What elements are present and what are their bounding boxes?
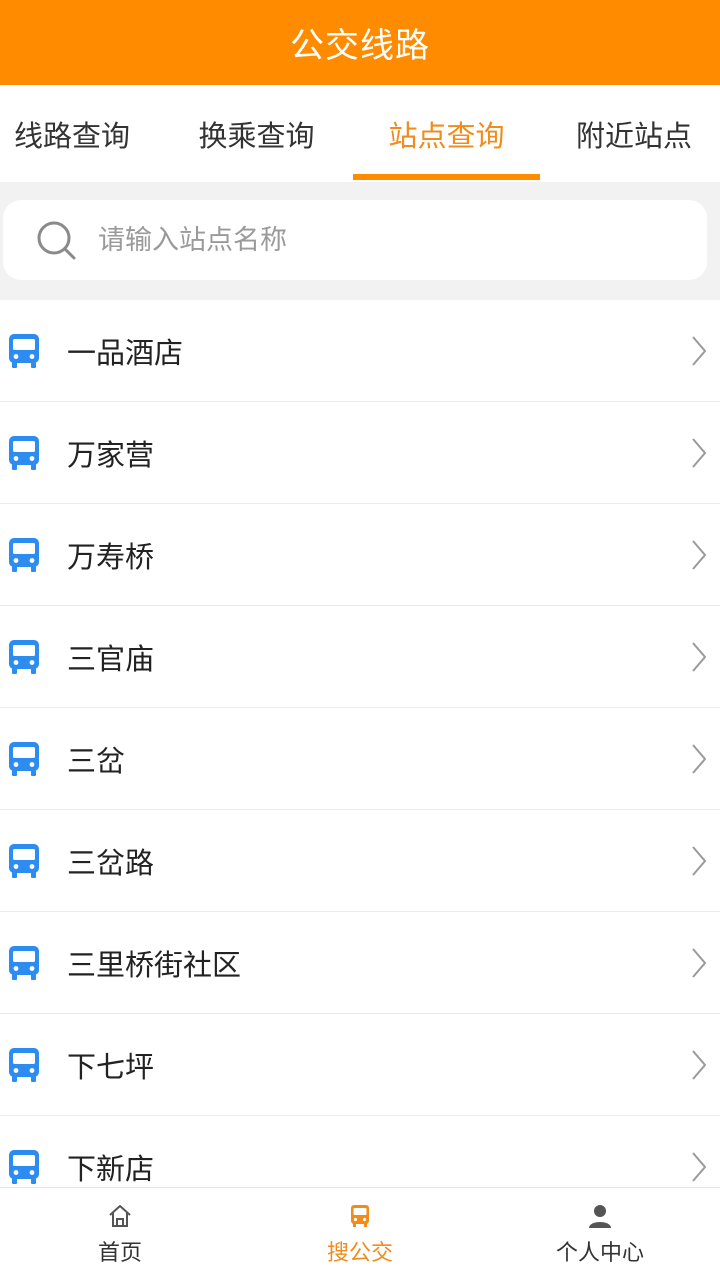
station-name: 万家营 — [67, 437, 155, 472]
station-name: 三岔路 — [67, 845, 155, 880]
station-list-item[interactable]: 万家营 — [0, 402, 720, 504]
station-list-item[interactable]: 下七坪 — [0, 1014, 720, 1116]
nav-search-bus-label: 搜公交 — [326, 1241, 393, 1266]
nav-home-label: 首页 — [97, 1241, 142, 1266]
search-box[interactable] — [3, 200, 707, 280]
station-name: 下七坪 — [67, 1049, 155, 1084]
nav-search-bus[interactable]: 搜公交 — [240, 1188, 480, 1280]
station-list-item[interactable]: 三里桥街社区 — [0, 912, 720, 1014]
tab-bar: 线路查询 换乘查询 站点查询 附近站点 — [0, 85, 720, 182]
bus-icon — [9, 435, 39, 470]
bottom-nav: 首页 搜公交 个人中心 — [0, 1187, 720, 1280]
chevron-right-icon — [692, 845, 707, 876]
station-name: 三里桥街社区 — [67, 947, 242, 982]
person-icon — [589, 1205, 611, 1228]
tab-label: 线路查询 — [14, 118, 131, 153]
tab-transfer-query[interactable]: 换乘查询 — [160, 85, 353, 182]
nav-profile[interactable]: 个人中心 — [480, 1188, 720, 1280]
station-name: 下新店 — [67, 1151, 155, 1186]
station-list-item[interactable]: 下新店 — [0, 1116, 720, 1187]
chevron-right-icon — [692, 1049, 707, 1080]
active-tab-indicator — [353, 174, 540, 180]
tab-label: 站点查询 — [388, 118, 505, 153]
chevron-right-icon — [692, 1151, 707, 1182]
search-icon — [37, 221, 76, 260]
bus-icon — [9, 537, 39, 572]
station-list-item[interactable]: 三岔路 — [0, 810, 720, 912]
app-header: 公交线路 — [0, 0, 720, 85]
bus-icon — [9, 333, 39, 368]
tab-label: 附近站点 — [575, 118, 692, 153]
bus-icon — [9, 945, 39, 980]
chevron-right-icon — [692, 743, 707, 774]
bus-icon — [9, 639, 39, 674]
page-title: 公交线路 — [290, 26, 430, 66]
station-list: 一品酒店万家营万寿桥三官庙三岔三岔路三里桥街社区 下七坪下新店 — [0, 300, 720, 1187]
bus-icon — [9, 843, 39, 878]
search-input[interactable] — [98, 224, 658, 256]
station-list-item[interactable]: 三岔 — [0, 708, 720, 810]
station-list-item[interactable]: 三官庙 — [0, 606, 720, 708]
station-list-item[interactable]: 万寿桥 — [0, 504, 720, 606]
tab-station-query[interactable]: 站点查询 — [353, 85, 540, 182]
home-icon — [109, 1205, 131, 1227]
tab-nearby-stations[interactable]: 附近站点 — [540, 85, 720, 182]
chevron-right-icon — [692, 641, 707, 672]
station-list-item[interactable]: 一品酒店 — [0, 300, 720, 402]
tab-route-query[interactable]: 线路查询 — [0, 85, 160, 182]
nav-home[interactable]: 首页 — [0, 1188, 240, 1280]
bus-icon — [9, 1149, 39, 1184]
station-name: 万寿桥 — [67, 539, 155, 574]
nav-profile-label: 个人中心 — [555, 1241, 644, 1266]
bus-icon — [9, 741, 39, 776]
chevron-right-icon — [692, 947, 707, 978]
tab-label: 换乘查询 — [198, 118, 315, 153]
chevron-right-icon — [692, 539, 707, 570]
bus-icon — [351, 1205, 369, 1227]
bus-icon — [9, 1047, 39, 1082]
station-name: 三岔 — [67, 743, 126, 778]
search-area — [0, 182, 720, 300]
chevron-right-icon — [692, 335, 707, 366]
station-name: 一品酒店 — [67, 335, 184, 370]
station-name: 三官庙 — [67, 641, 155, 676]
chevron-right-icon — [692, 437, 707, 468]
